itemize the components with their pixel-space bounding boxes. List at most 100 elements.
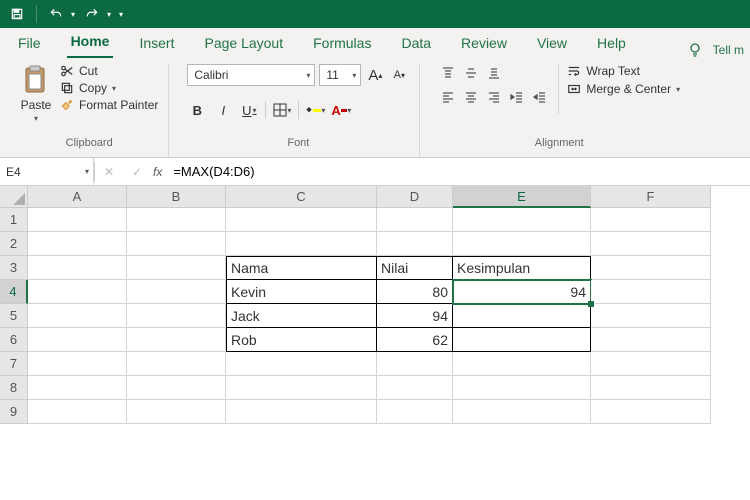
cell-A8[interactable] xyxy=(28,376,127,400)
cell-E4[interactable]: 94 xyxy=(453,280,591,304)
cell-E2[interactable] xyxy=(453,232,591,256)
row-head-5[interactable]: 5 xyxy=(0,304,28,328)
col-head-D[interactable]: D xyxy=(377,186,453,208)
cell-D5[interactable]: 94 xyxy=(377,304,453,328)
increase-indent-button[interactable] xyxy=(530,88,550,106)
cell-C5[interactable]: Jack xyxy=(226,304,377,328)
increase-font-icon[interactable]: A▴ xyxy=(365,65,385,85)
fill-color-button[interactable]: ▾ xyxy=(305,100,325,120)
align-left-button[interactable] xyxy=(438,88,458,106)
tab-formulas[interactable]: Formulas xyxy=(309,29,375,58)
font-size-select[interactable]: 11▾ xyxy=(319,64,361,86)
cell-B4[interactable] xyxy=(127,280,226,304)
cell-A6[interactable] xyxy=(28,328,127,352)
cell-E8[interactable] xyxy=(453,376,591,400)
cell-E1[interactable] xyxy=(453,208,591,232)
align-center-button[interactable] xyxy=(461,88,481,106)
cell-F5[interactable] xyxy=(591,304,711,328)
cell-B7[interactable] xyxy=(127,352,226,376)
row-head-3[interactable]: 3 xyxy=(0,256,28,280)
col-head-B[interactable]: B xyxy=(127,186,226,208)
tab-help[interactable]: Help xyxy=(593,29,630,58)
cancel-formula-icon[interactable]: ✕ xyxy=(95,165,123,179)
cell-D8[interactable] xyxy=(377,376,453,400)
cell-E5[interactable] xyxy=(453,304,591,328)
font-name-select[interactable]: Calibri▾ xyxy=(187,64,315,86)
cell-B8[interactable] xyxy=(127,376,226,400)
cell-C2[interactable] xyxy=(226,232,377,256)
cell-B5[interactable] xyxy=(127,304,226,328)
cell-F1[interactable] xyxy=(591,208,711,232)
cell-F2[interactable] xyxy=(591,232,711,256)
merge-center-button[interactable]: Merge & Center▾ xyxy=(567,82,680,96)
cell-F8[interactable] xyxy=(591,376,711,400)
cell-C4[interactable]: Kevin xyxy=(226,280,377,304)
name-box[interactable]: E4▾ xyxy=(0,158,94,185)
cell-A3[interactable] xyxy=(28,256,127,280)
bold-button[interactable]: B xyxy=(187,100,207,120)
row-head-6[interactable]: 6 xyxy=(0,328,28,352)
cell-F7[interactable] xyxy=(591,352,711,376)
cell-E9[interactable] xyxy=(453,400,591,424)
cell-E6[interactable] xyxy=(453,328,591,352)
cell-A2[interactable] xyxy=(28,232,127,256)
cell-C9[interactable] xyxy=(226,400,377,424)
tab-insert[interactable]: Insert xyxy=(135,29,178,58)
cell-B3[interactable] xyxy=(127,256,226,280)
row-head-2[interactable]: 2 xyxy=(0,232,28,256)
cell-D3[interactable]: Nilai xyxy=(377,256,453,280)
tab-page-layout[interactable]: Page Layout xyxy=(200,29,287,58)
cell-F9[interactable] xyxy=(591,400,711,424)
col-head-C[interactable]: C xyxy=(226,186,377,208)
cell-D4[interactable]: 80 xyxy=(377,280,453,304)
cell-D1[interactable] xyxy=(377,208,453,232)
align-right-button[interactable] xyxy=(484,88,504,106)
align-middle-button[interactable] xyxy=(461,64,481,82)
cell-A5[interactable] xyxy=(28,304,127,328)
col-head-A[interactable]: A xyxy=(28,186,127,208)
cell-E3[interactable]: Kesimpulan xyxy=(453,256,591,280)
cell-A4[interactable] xyxy=(28,280,127,304)
redo-icon[interactable] xyxy=(79,2,105,26)
cell-D6[interactable]: 62 xyxy=(377,328,453,352)
underline-button[interactable]: U▾ xyxy=(239,100,259,120)
tell-me-label[interactable]: Tell m xyxy=(713,43,744,57)
redo-more-icon[interactable]: ▾ xyxy=(107,10,111,19)
cell-F3[interactable] xyxy=(591,256,711,280)
cell-B9[interactable] xyxy=(127,400,226,424)
formula-input[interactable] xyxy=(169,164,750,179)
cell-F4[interactable] xyxy=(591,280,711,304)
row-head-8[interactable]: 8 xyxy=(0,376,28,400)
row-head-1[interactable]: 1 xyxy=(0,208,28,232)
fx-icon[interactable]: fx xyxy=(153,165,162,179)
row-head-7[interactable]: 7 xyxy=(0,352,28,376)
format-painter-button[interactable]: Format Painter xyxy=(60,98,158,112)
worksheet[interactable]: A B C D E F 1 2 3 4 5 6 7 8 9 NamaNilaiK… xyxy=(0,186,750,500)
row-head-4[interactable]: 4 xyxy=(0,280,28,304)
row-head-9[interactable]: 9 xyxy=(0,400,28,424)
col-head-E[interactable]: E xyxy=(453,186,591,208)
cell-C8[interactable] xyxy=(226,376,377,400)
fill-handle[interactable] xyxy=(588,301,594,307)
paste-more-icon[interactable]: ▾ xyxy=(34,114,38,123)
copy-button[interactable]: Copy▾ xyxy=(60,81,158,95)
enter-formula-icon[interactable]: ✓ xyxy=(123,165,151,179)
undo-more-icon[interactable]: ▾ xyxy=(71,10,75,19)
col-head-F[interactable]: F xyxy=(591,186,711,208)
align-bottom-button[interactable] xyxy=(484,64,504,82)
cell-A7[interactable] xyxy=(28,352,127,376)
tab-data[interactable]: Data xyxy=(397,29,435,58)
decrease-indent-button[interactable] xyxy=(507,88,527,106)
cell-D7[interactable] xyxy=(377,352,453,376)
tab-file[interactable]: File xyxy=(14,29,45,58)
select-all-corner[interactable] xyxy=(0,186,28,208)
save-icon[interactable] xyxy=(4,2,30,26)
cell-B1[interactable] xyxy=(127,208,226,232)
font-color-button[interactable]: A▾ xyxy=(331,100,351,120)
cell-F6[interactable] xyxy=(591,328,711,352)
cell-C1[interactable] xyxy=(226,208,377,232)
tab-home[interactable]: Home xyxy=(67,27,114,58)
cell-C7[interactable] xyxy=(226,352,377,376)
align-top-button[interactable] xyxy=(438,64,458,82)
paste-button[interactable]: Paste ▾ xyxy=(20,64,52,123)
